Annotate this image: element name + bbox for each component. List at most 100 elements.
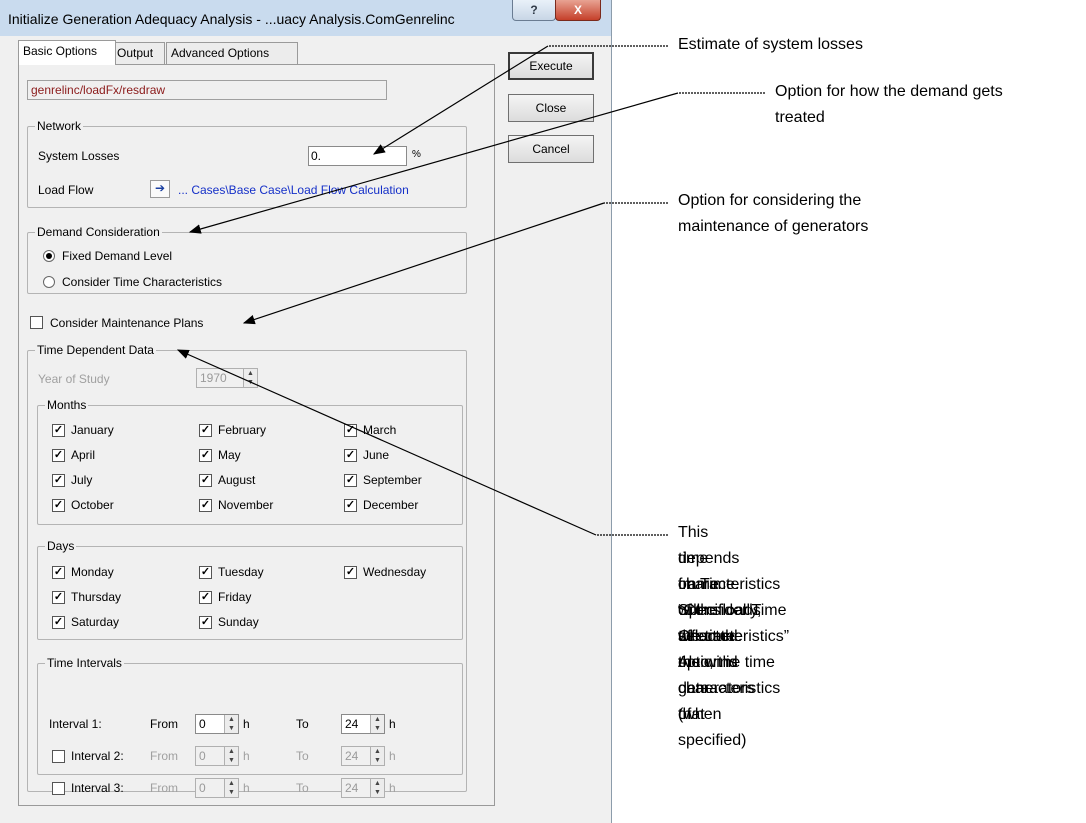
month-february-label: February [218, 423, 267, 437]
cancel-button[interactable]: Cancel [508, 135, 594, 163]
year-of-study-label: Year of Study [38, 372, 110, 386]
close-button[interactable]: Close [508, 94, 594, 122]
interval-1-to-value: 24 [345, 717, 359, 731]
month-may-label: May [218, 448, 241, 462]
help-button[interactable]: ? [512, 0, 556, 21]
window-close-button[interactable]: X [555, 0, 601, 21]
interval-3-from-stepper[interactable]: 0 ▲ ▼ [195, 778, 239, 798]
dialog-window: Initialize Generation Adequacy Analysis … [0, 0, 612, 823]
interval-2-from-label: From [150, 749, 178, 763]
interval-2-from-stepper[interactable]: 0 ▲ ▼ [195, 746, 239, 766]
interval-3-to-value: 24 [345, 781, 359, 795]
interval-1-to-unit: h [389, 717, 396, 731]
execute-button[interactable]: Execute [508, 52, 594, 80]
day-tuesday-label: Tuesday [218, 565, 264, 579]
interval-3-to-stepper[interactable]: 24 ▲ ▼ [341, 778, 385, 798]
day-sunday-checkbox[interactable]: ✓ [199, 616, 212, 629]
annotation-maintenance-line1: Option for considering the [678, 192, 862, 209]
interval-1-to-stepper[interactable]: 24 ▲ ▼ [341, 714, 385, 734]
time-characteristics-radio[interactable] [43, 276, 55, 288]
spin-arrows-icon: ▲ ▼ [224, 779, 238, 797]
month-august-checkbox[interactable]: ✓ [199, 474, 212, 487]
system-losses-input[interactable]: 0. [308, 146, 407, 166]
day-thursday-label: Thursday [71, 590, 122, 604]
interval-3-from-value: 0 [199, 781, 206, 795]
interval-2-from-unit: h [243, 749, 250, 763]
question-icon: ? [530, 3, 538, 17]
day-tuesday-checkbox[interactable]: ✓ [199, 566, 212, 579]
days-legend: Days [45, 539, 77, 553]
spin-arrows-icon: ▲ ▼ [370, 747, 384, 765]
year-value: 1970 [200, 371, 227, 385]
month-october-checkbox[interactable]: ✓ [52, 499, 65, 512]
interval-2-checkbox[interactable] [52, 750, 65, 763]
interval-3-to-unit: h [389, 781, 396, 795]
interval-2-to-value: 24 [345, 749, 359, 763]
year-of-study-stepper[interactable]: 1970 ▲ ▼ [196, 368, 258, 388]
day-sunday-label: Sunday [218, 615, 259, 629]
system-losses-label: System Losses [38, 149, 120, 163]
spin-arrows-icon: ▲ ▼ [370, 779, 384, 797]
day-thursday-checkbox[interactable]: ✓ [52, 591, 65, 604]
month-september-checkbox[interactable]: ✓ [344, 474, 357, 487]
interval-1-from-value: 0 [199, 717, 206, 731]
interval-3-label: Interval 3: [71, 781, 124, 795]
day-monday-checkbox[interactable]: ✓ [52, 566, 65, 579]
month-july-label: July [71, 473, 93, 487]
month-january-label: January [71, 423, 114, 437]
annotation-demand-line1: Option for how the demand gets [775, 83, 1003, 100]
annotation-time-line: the wind generators (when specified) [678, 654, 755, 749]
percent-unit: % [412, 149, 421, 160]
interval-1-from-unit: h [243, 717, 250, 731]
arrow-right-icon[interactable]: ➔ [150, 180, 170, 198]
interval-2-label: Interval 2: [71, 749, 124, 763]
intervals-legend: Time Intervals [45, 656, 124, 670]
month-july-checkbox[interactable]: ✓ [52, 474, 65, 487]
interval-2-from-value: 0 [199, 749, 206, 763]
network-legend: Network [35, 119, 84, 133]
title-bar[interactable]: Initialize Generation Adequacy Analysis … [0, 0, 611, 36]
fixed-demand-label: Fixed Demand Level [62, 249, 173, 263]
day-wednesday-checkbox[interactable]: ✓ [344, 566, 357, 579]
tab-output[interactable]: Output [112, 42, 165, 64]
tab-advanced-options[interactable]: Advanced Options [166, 42, 298, 64]
interval-1-from-stepper[interactable]: 0 ▲ ▼ [195, 714, 239, 734]
spin-arrows-icon: ▲ ▼ [224, 715, 238, 733]
load-flow-link[interactable]: ... Cases\Base Case\Load Flow Calculatio… [178, 183, 409, 197]
month-march-checkbox[interactable]: ✓ [344, 424, 357, 437]
day-saturday-checkbox[interactable]: ✓ [52, 616, 65, 629]
month-november-checkbox[interactable]: ✓ [199, 499, 212, 512]
tab-basic-options[interactable]: Basic Options [18, 40, 116, 65]
month-february-checkbox[interactable]: ✓ [199, 424, 212, 437]
month-december-label: December [363, 498, 419, 512]
load-flow-label: Load Flow [38, 183, 94, 197]
spin-arrows-icon: ▲ ▼ [224, 747, 238, 765]
month-january-checkbox[interactable]: ✓ [52, 424, 65, 437]
month-april-checkbox[interactable]: ✓ [52, 449, 65, 462]
maintenance-checkbox[interactable] [30, 316, 43, 329]
month-august-label: August [218, 473, 256, 487]
day-friday-checkbox[interactable]: ✓ [199, 591, 212, 604]
output-path-field: genrelinc/loadFx/resdraw [27, 80, 387, 100]
spin-arrows-icon: ▲ ▼ [370, 715, 384, 733]
interval-3-checkbox[interactable] [52, 782, 65, 795]
day-friday-label: Friday [218, 590, 252, 604]
spin-arrows-icon: ▲ ▼ [243, 369, 257, 387]
annotation-demand-line2: treated [775, 109, 825, 126]
time-characteristics-label: Consider Time Characteristics [62, 275, 223, 289]
close-icon: X [573, 3, 582, 17]
fixed-demand-radio[interactable] [43, 250, 55, 262]
month-march-label: March [363, 423, 397, 437]
demand-legend: Demand Consideration [35, 225, 162, 239]
interval-2-to-unit: h [389, 749, 396, 763]
month-may-checkbox[interactable]: ✓ [199, 449, 212, 462]
time-dependent-legend: Time Dependent Data [35, 343, 156, 357]
month-april-label: April [71, 448, 96, 462]
interval-2-to-stepper[interactable]: 24 ▲ ▼ [341, 746, 385, 766]
interval-3-from-unit: h [243, 781, 250, 795]
month-june-checkbox[interactable]: ✓ [344, 449, 357, 462]
month-december-checkbox[interactable]: ✓ [344, 499, 357, 512]
annotation-maintenance-line2: maintenance of generators [678, 218, 869, 235]
interval-1-to-label: To [296, 717, 309, 731]
interval-1-from-label: From [150, 717, 178, 731]
